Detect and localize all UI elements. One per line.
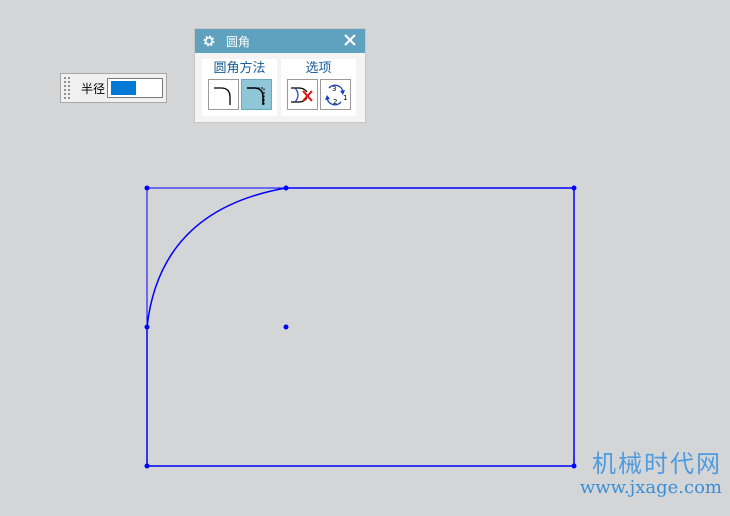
svg-text:3: 3 [332, 85, 336, 93]
fillet-dialog: 圆角 圆角方法 选项 3 1 2 [194, 28, 366, 123]
alternate-solution-icon: 3 1 2 [325, 83, 347, 106]
drag-grip-icon[interactable] [63, 76, 71, 100]
corner-point-bottom-right[interactable] [571, 463, 577, 469]
watermark-url: www.jxage.com [579, 477, 722, 498]
trim-fillet-icon [214, 86, 231, 105]
graphics-canvas[interactable]: 半径 圆角 圆角方法 选项 3 1 2 机械时代网 www.jxage.com [0, 0, 730, 516]
radius-input-toolbar: 半径 [60, 73, 167, 103]
corner-point-bottom-left[interactable] [144, 463, 150, 469]
close-icon[interactable] [343, 33, 357, 47]
dialog-title: 圆角 [226, 34, 251, 49]
untrim-fillet-button[interactable] [240, 79, 272, 110]
gear-icon[interactable] [202, 34, 216, 48]
svg-text:1: 1 [343, 94, 347, 102]
fillet-method-group: 圆角方法 [202, 59, 277, 116]
watermark: 机械时代网 www.jxage.com [580, 450, 722, 498]
radius-field[interactable] [107, 78, 163, 98]
fillet-arc[interactable] [146, 187, 287, 328]
arc-start-point[interactable] [144, 324, 150, 330]
corner-point-top-right[interactable] [571, 185, 577, 191]
radius-label: 半径 [81, 81, 106, 96]
untrim-fillet-icon [247, 86, 265, 105]
watermark-name: 机械时代网 [592, 450, 722, 478]
fillet-method-label: 圆角方法 [213, 61, 266, 76]
options-group: 选项 3 1 2 [281, 59, 356, 116]
arc-end-point[interactable] [283, 185, 289, 191]
corner-point-top-left[interactable] [144, 185, 150, 191]
trim-fillet-button[interactable] [207, 79, 239, 110]
options-label: 选项 [305, 61, 332, 76]
alternate-solution-button[interactable]: 3 1 2 [319, 79, 351, 110]
delete-third-curve-button[interactable] [286, 79, 318, 110]
arc-center-point[interactable] [283, 324, 289, 330]
radius-value-selection [111, 81, 136, 95]
svg-text:2: 2 [333, 98, 337, 106]
dialog-title-bar[interactable]: 圆角 [195, 29, 365, 53]
delete-third-curve-icon [291, 86, 313, 103]
